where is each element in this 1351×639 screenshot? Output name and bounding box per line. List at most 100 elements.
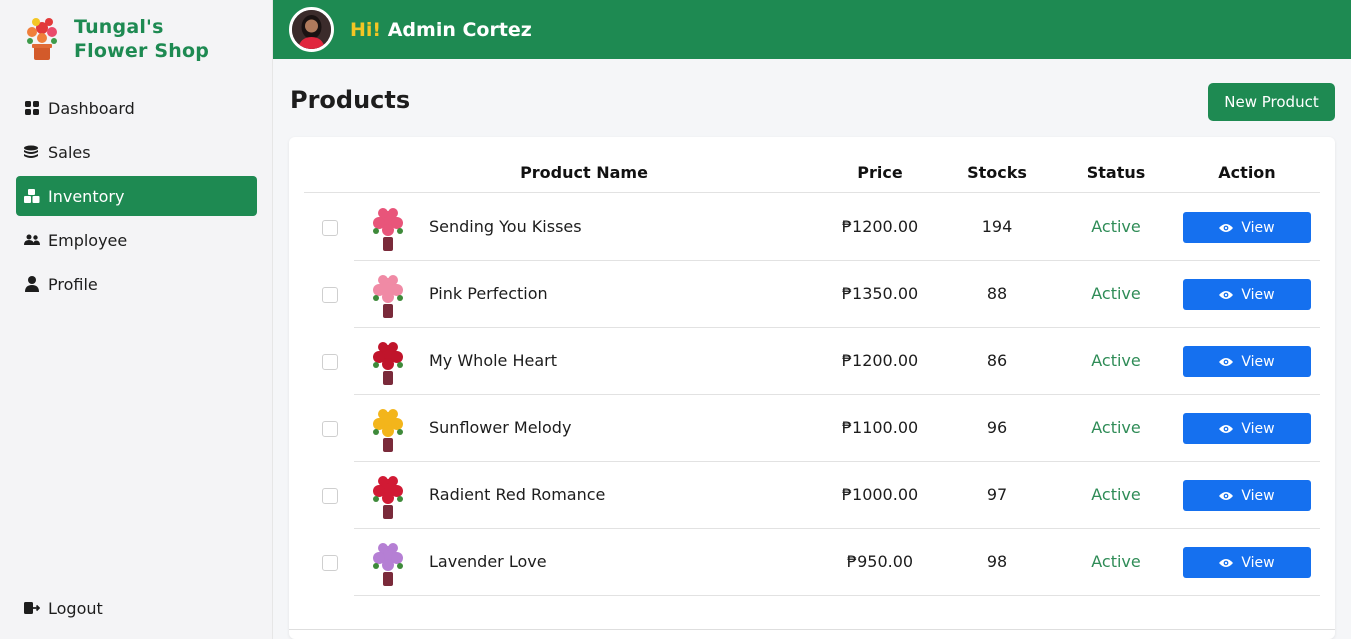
flower-bouquet-icon xyxy=(366,471,410,521)
product-name: Sending You Kisses xyxy=(429,217,582,236)
product-name: Radient Red Romance xyxy=(429,485,606,504)
eye-icon xyxy=(1219,424,1237,434)
greeting-name: Admin Cortez xyxy=(387,18,532,41)
sidebar: Tungal's Flower Shop Dashboard Sales Inv… xyxy=(0,0,273,639)
product-price: ₱1000.00 xyxy=(841,485,919,504)
product-name: Pink Perfection xyxy=(429,284,548,303)
view-button[interactable]: View xyxy=(1183,279,1311,310)
flower-bouquet-icon xyxy=(366,337,410,387)
status-badge: Active xyxy=(1091,351,1141,370)
table-row: Radient Red Romance ₱1000.00 97 Active View xyxy=(304,462,1320,529)
sidebar-nav: Dashboard Sales Inventory Employee Profi… xyxy=(16,88,257,308)
view-label: View xyxy=(1241,353,1275,370)
sidebar-item-inventory[interactable]: Inventory xyxy=(16,176,257,216)
view-label: View xyxy=(1241,219,1275,236)
logout-label: Logout xyxy=(48,598,103,618)
sidebar-item-dashboard[interactable]: Dashboard xyxy=(16,88,257,128)
eye-icon xyxy=(1219,223,1237,233)
user-icon xyxy=(24,276,40,292)
brand-line2: Flower Shop xyxy=(74,40,210,62)
status-badge: Active xyxy=(1091,418,1141,437)
view-label: View xyxy=(1241,487,1275,504)
row-checkbox[interactable] xyxy=(322,287,338,303)
product-price: ₱1350.00 xyxy=(841,284,919,303)
sidebar-item-label: Dashboard xyxy=(48,98,135,118)
status-badge: Active xyxy=(1091,552,1141,571)
divider xyxy=(354,595,794,596)
sidebar-item-sales[interactable]: Sales xyxy=(16,132,257,172)
brand-name: Tungal's Flower Shop xyxy=(74,15,209,63)
row-checkbox[interactable] xyxy=(322,421,338,437)
product-stocks: 88 xyxy=(986,284,1008,303)
new-product-button[interactable]: New Product xyxy=(1208,83,1335,121)
column-header-product-name: Product Name xyxy=(520,163,648,182)
status-badge: Active xyxy=(1091,284,1141,303)
sidebar-item-label: Profile xyxy=(48,274,98,294)
flower-pot-logo-icon xyxy=(22,14,62,64)
table-row: Sending You Kisses ₱1200.00 194 Active View xyxy=(304,194,1320,261)
avatar[interactable] xyxy=(289,7,334,52)
product-name: Lavender Love xyxy=(429,552,547,571)
greeting-hi: Hi! xyxy=(350,18,382,41)
row-checkbox[interactable] xyxy=(322,488,338,504)
product-stocks: 86 xyxy=(986,351,1008,370)
logout-button[interactable]: Logout xyxy=(16,588,257,628)
view-label: View xyxy=(1241,420,1275,437)
product-price: ₱1200.00 xyxy=(841,217,919,236)
flower-bouquet-icon xyxy=(366,203,410,253)
product-stocks: 98 xyxy=(986,552,1008,571)
users-icon xyxy=(24,232,40,248)
sidebar-item-label: Sales xyxy=(48,142,91,162)
divider xyxy=(794,595,1320,596)
brand-line1: Tungal's xyxy=(74,16,164,38)
view-label: View xyxy=(1241,554,1275,571)
view-button[interactable]: View xyxy=(1183,547,1311,578)
table-row: Lavender Love ₱950.00 98 Active View xyxy=(304,529,1320,596)
view-label: View xyxy=(1241,286,1275,303)
greeting: Hi! Admin Cortez xyxy=(350,19,532,41)
grid-icon xyxy=(24,100,40,116)
status-badge: Active xyxy=(1091,485,1141,504)
row-checkbox[interactable] xyxy=(322,555,338,571)
flower-bouquet-icon xyxy=(366,538,410,588)
sidebar-item-label: Inventory xyxy=(48,186,125,206)
row-checkbox[interactable] xyxy=(322,354,338,370)
column-header-stocks: Stocks xyxy=(967,163,1027,182)
eye-icon xyxy=(1219,290,1237,300)
product-price: ₱950.00 xyxy=(846,552,914,571)
product-price: ₱1200.00 xyxy=(841,351,919,370)
view-button[interactable]: View xyxy=(1183,480,1311,511)
flower-bouquet-icon xyxy=(366,270,410,320)
product-name: My Whole Heart xyxy=(429,351,558,370)
product-name: Sunflower Melody xyxy=(429,418,572,437)
logout-icon xyxy=(24,600,40,616)
view-button[interactable]: View xyxy=(1183,212,1311,243)
eye-icon xyxy=(1219,558,1237,568)
sidebar-item-label: Employee xyxy=(48,230,128,250)
sidebar-item-employee[interactable]: Employee xyxy=(16,220,257,260)
brand[interactable]: Tungal's Flower Shop xyxy=(22,14,209,64)
table-row: Sunflower Melody ₱1100.00 96 Active View xyxy=(304,395,1320,462)
product-price: ₱1100.00 xyxy=(841,418,919,437)
column-header-action: Action xyxy=(1218,163,1276,182)
view-button[interactable]: View xyxy=(1183,413,1311,444)
eye-icon xyxy=(1219,491,1237,501)
table-row: My Whole Heart ₱1200.00 86 Active View xyxy=(304,328,1320,395)
page-title: Products xyxy=(290,86,411,114)
boxes-icon xyxy=(24,188,40,204)
top-header: Hi! Admin Cortez xyxy=(273,0,1351,59)
table-row: Pink Perfection ₱1350.00 88 Active View xyxy=(304,261,1320,328)
column-header-status: Status xyxy=(1086,163,1146,182)
column-header-price: Price xyxy=(857,163,903,182)
divider xyxy=(289,629,1335,630)
view-button[interactable]: View xyxy=(1183,346,1311,377)
table-header: Product Name Price Stocks Status Action xyxy=(304,157,1320,193)
status-badge: Active xyxy=(1091,217,1141,236)
product-stocks: 96 xyxy=(986,418,1008,437)
eye-icon xyxy=(1219,357,1237,367)
sidebar-item-profile[interactable]: Profile xyxy=(16,264,257,304)
row-checkbox[interactable] xyxy=(322,220,338,236)
products-table-card: Product Name Price Stocks Status Action … xyxy=(289,137,1335,639)
flower-bouquet-icon xyxy=(366,404,410,454)
product-stocks: 97 xyxy=(986,485,1008,504)
